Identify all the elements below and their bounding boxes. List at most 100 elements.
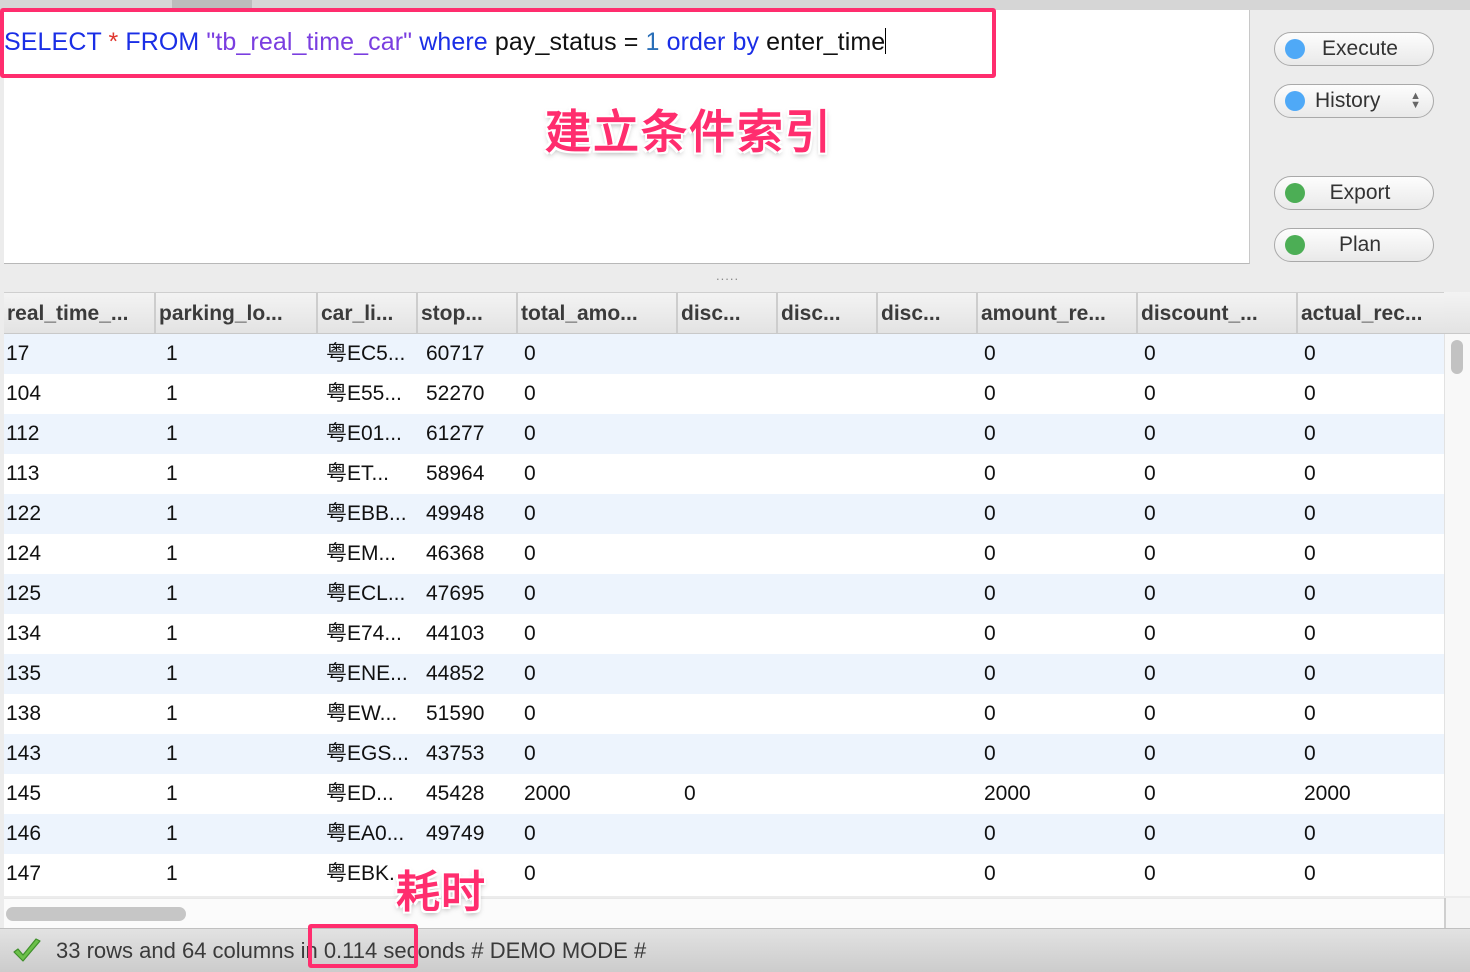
table-cell[interactable]: 0 <box>1302 854 1444 894</box>
table-cell[interactable]: 0 <box>1302 414 1444 454</box>
vertical-scrollbar[interactable] <box>1444 334 1470 896</box>
table-row[interactable]: 145 1 粤ED... 45428 2000 0 2000 0 2000 <box>4 774 1444 814</box>
table-row[interactable]: 125 1 粤ECL... 47695 0 0 0 0 <box>4 574 1444 614</box>
table-cell[interactable]: 0 <box>1302 734 1444 774</box>
table-row[interactable]: 113 1 粤ET... 58964 0 0 0 0 <box>4 454 1444 494</box>
table-cell[interactable]: 0 <box>522 654 678 694</box>
table-row[interactable]: 146 1 粤EA0... 49749 0 0 0 0 <box>4 814 1444 854</box>
table-cell[interactable]: 0 <box>982 334 1138 374</box>
table-cell[interactable]: 粤EA0... <box>324 814 420 854</box>
vertical-scrollbar-thumb[interactable] <box>1451 340 1463 374</box>
table-cell[interactable]: 0 <box>1142 334 1298 374</box>
table-row[interactable]: 112 1 粤E01... 61277 0 0 0 0 <box>4 414 1444 454</box>
table-cell[interactable]: 0 <box>1302 534 1444 574</box>
table-cell[interactable]: 0 <box>1302 494 1444 534</box>
export-button[interactable]: Export <box>1274 176 1434 210</box>
table-cell[interactable]: 112 <box>4 414 152 454</box>
table-cell[interactable]: 0 <box>1142 734 1298 774</box>
table-cell[interactable]: 60717 <box>424 334 520 374</box>
table-row[interactable]: 17 1 粤EC5... 60717 0 0 0 0 <box>4 334 1444 374</box>
horizontal-scrollbar[interactable] <box>4 898 1444 928</box>
column-header[interactable]: disc... <box>678 293 778 333</box>
table-cell[interactable]: 44852 <box>424 654 520 694</box>
table-cell[interactable]: 17 <box>4 334 152 374</box>
table-cell[interactable]: 0 <box>522 574 678 614</box>
table-cell[interactable]: 0 <box>982 734 1138 774</box>
table-cell[interactable]: 1 <box>164 454 322 494</box>
table-cell[interactable]: 0 <box>982 454 1138 494</box>
table-cell[interactable]: 0 <box>1142 694 1298 734</box>
table-cell[interactable]: 143 <box>4 734 152 774</box>
table-cell[interactable]: 0 <box>1302 574 1444 614</box>
table-cell[interactable]: 粤EM... <box>324 534 420 574</box>
table-cell[interactable]: 0 <box>982 854 1138 894</box>
table-cell[interactable]: 0 <box>1142 774 1298 814</box>
table-cell[interactable]: 43753 <box>424 734 520 774</box>
table-cell[interactable]: 0 <box>522 454 678 494</box>
table-cell[interactable]: 104 <box>4 374 152 414</box>
table-cell[interactable]: 粤EGS... <box>324 734 420 774</box>
table-cell[interactable]: 0 <box>522 734 678 774</box>
table-cell[interactable]: 0 <box>1302 374 1444 414</box>
table-cell[interactable]: 0 <box>522 854 678 894</box>
table-cell[interactable]: 0 <box>682 774 778 814</box>
table-cell[interactable]: 粤ET... <box>324 454 420 494</box>
table-cell[interactable]: 0 <box>982 534 1138 574</box>
table-cell[interactable]: 61277 <box>424 414 520 454</box>
table-cell[interactable]: 粤EC5... <box>324 334 420 374</box>
table-cell[interactable]: 1 <box>164 494 322 534</box>
table-cell[interactable]: 0 <box>522 614 678 654</box>
table-cell[interactable]: 0 <box>1142 574 1298 614</box>
table-cell[interactable]: 138 <box>4 694 152 734</box>
table-cell[interactable]: 1 <box>164 574 322 614</box>
history-select[interactable]: History ▲ ▼ <box>1274 84 1434 118</box>
table-cell[interactable]: 粤ED... <box>324 774 420 814</box>
table-cell[interactable]: 0 <box>982 574 1138 614</box>
table-cell[interactable]: 146 <box>4 814 152 854</box>
table-cell[interactable]: 0 <box>1142 454 1298 494</box>
table-cell[interactable]: 113 <box>4 454 152 494</box>
table-cell[interactable]: 1 <box>164 694 322 734</box>
table-cell[interactable]: 0 <box>1302 654 1444 694</box>
column-header[interactable]: amount_re... <box>978 293 1138 333</box>
table-cell[interactable]: 粤E74... <box>324 614 420 654</box>
table-cell[interactable]: 0 <box>1142 654 1298 694</box>
table-cell[interactable]: 58964 <box>424 454 520 494</box>
table-cell[interactable]: 0 <box>1302 334 1444 374</box>
table-cell[interactable]: 1 <box>164 854 322 894</box>
table-cell[interactable]: 1 <box>164 614 322 654</box>
table-cell[interactable]: 1 <box>164 774 322 814</box>
table-cell[interactable]: 134 <box>4 614 152 654</box>
table-cell[interactable]: 粤EW... <box>324 694 420 734</box>
table-cell[interactable]: 1 <box>164 734 322 774</box>
table-cell[interactable]: 粤EBB... <box>324 494 420 534</box>
table-cell[interactable]: 49749 <box>424 814 520 854</box>
table-cell[interactable]: 1 <box>164 654 322 694</box>
table-row[interactable]: 143 1 粤EGS... 43753 0 0 0 0 <box>4 734 1444 774</box>
table-cell[interactable]: 0 <box>982 414 1138 454</box>
table-cell[interactable]: 1 <box>164 374 322 414</box>
table-cell[interactable]: 0 <box>522 534 678 574</box>
horizontal-scrollbar-thumb[interactable] <box>6 907 186 921</box>
sql-query-text[interactable]: SELECT * FROM "tb_real_time_car" where p… <box>4 28 887 57</box>
table-cell[interactable]: 0 <box>982 374 1138 414</box>
table-cell[interactable]: 0 <box>1302 614 1444 654</box>
table-cell[interactable]: 0 <box>982 654 1138 694</box>
column-header[interactable]: car_li... <box>318 293 418 333</box>
column-header[interactable]: disc... <box>778 293 878 333</box>
table-row[interactable]: 124 1 粤EM... 46368 0 0 0 0 <box>4 534 1444 574</box>
column-header[interactable]: discount_... <box>1138 293 1298 333</box>
table-row[interactable]: 104 1 粤E55... 52270 0 0 0 0 <box>4 374 1444 414</box>
table-cell[interactable]: 49948 <box>424 494 520 534</box>
column-header[interactable]: disc... <box>878 293 978 333</box>
column-header[interactable]: real_time_... <box>4 293 156 333</box>
table-cell[interactable]: 0 <box>1142 494 1298 534</box>
table-cell[interactable]: 52270 <box>424 374 520 414</box>
table-cell[interactable]: 2000 <box>1302 774 1444 814</box>
table-cell[interactable]: 47695 <box>424 574 520 614</box>
table-cell[interactable]: 1 <box>164 414 322 454</box>
column-header[interactable]: total_amo... <box>518 293 678 333</box>
table-cell[interactable]: 1 <box>164 534 322 574</box>
table-row[interactable]: 147 1 粤EBK... 0 0 0 0 <box>4 854 1444 894</box>
table-cell[interactable]: 1 <box>164 334 322 374</box>
